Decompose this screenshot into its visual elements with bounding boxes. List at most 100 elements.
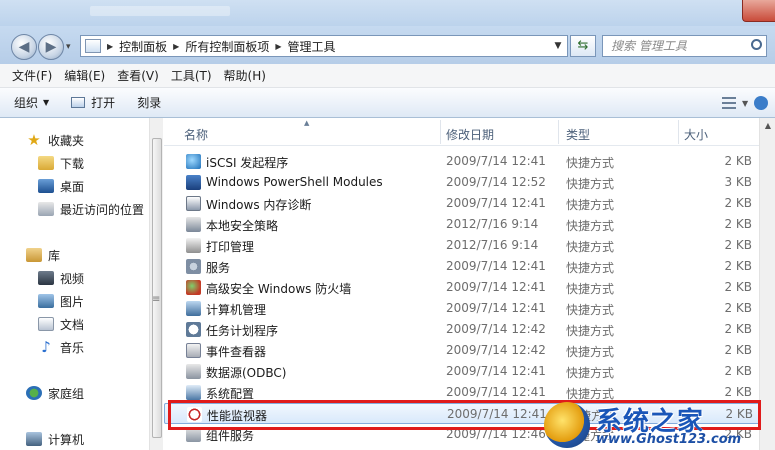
nav-homegroup[interactable]: 家庭组	[26, 383, 84, 403]
file-type: 快捷方式	[566, 303, 615, 317]
selection-highlight-box	[168, 400, 761, 430]
file-row[interactable]: 计算机管理 2009/7/14 12:41 快捷方式 2 KB	[164, 298, 775, 319]
file-name: Windows 内存诊断	[206, 198, 312, 212]
scroll-up-icon[interactable]: ▲	[760, 118, 775, 134]
nav-scrollbar-thumb[interactable]	[152, 138, 162, 438]
file-row[interactable]: 打印管理 2012/7/16 9:14 快捷方式 2 KB	[164, 235, 775, 256]
nav-favorites[interactable]: ★ 收藏夹	[26, 130, 84, 150]
organize-label: 组织	[14, 96, 39, 110]
nav-desktop[interactable]: 桌面	[38, 176, 84, 196]
nav-recent[interactable]: 最近访问的位置	[38, 199, 144, 219]
file-name: 数据源(ODBC)	[206, 366, 287, 380]
address-bar[interactable]: ▶ 控制面板 ▶ 所有控制面板项 ▶ 管理工具 ▼	[80, 35, 568, 57]
nav-pictures[interactable]: 图片	[38, 291, 84, 311]
file-size: 2 KB	[724, 154, 752, 168]
burn-button[interactable]: 刻录	[137, 94, 161, 111]
nav-scrollbar[interactable]: ≡	[149, 118, 163, 450]
file-row[interactable]: Windows 内存诊断 2009/7/14 12:41 快捷方式 2 KB	[164, 193, 775, 214]
search-input[interactable]: 搜索 管理工具	[602, 35, 767, 57]
column-size[interactable]: 大小	[684, 126, 708, 143]
chevron-down-icon: ▼	[43, 98, 50, 107]
menu-file[interactable]: 文件(F)	[6, 67, 58, 84]
organize-button[interactable]: 组织 ▼	[14, 94, 49, 111]
content-scrollbar[interactable]: ▲	[759, 118, 775, 450]
column-divider[interactable]	[440, 120, 441, 144]
address-dropdown-icon[interactable]: ▼	[549, 41, 567, 51]
file-size: 2 KB	[724, 196, 752, 210]
nav-downloads[interactable]: 下载	[38, 153, 84, 173]
open-button[interactable]: 打开	[71, 94, 115, 111]
file-type: 快捷方式	[566, 240, 615, 254]
downloads-folder-icon	[38, 156, 54, 170]
address-row: ◀ ▶ ▶ 控制面板 ▶ 所有控制面板项 ▶ 管理工具 ▼ ⇆ 搜索 管理工具	[0, 26, 775, 64]
menu-edit[interactable]: 编辑(E)	[58, 67, 111, 84]
column-divider[interactable]	[678, 120, 679, 144]
breadcrumb-separator-icon[interactable]: ▶	[171, 42, 181, 51]
refresh-icon: ⇆	[577, 38, 589, 53]
nav-documents[interactable]: 文档	[38, 314, 84, 334]
system-config-icon	[186, 385, 201, 400]
breadcrumb-control-panel[interactable]: 控制面板	[115, 38, 171, 55]
nav-videos[interactable]: 视频	[38, 268, 84, 288]
nav-libraries[interactable]: 库	[26, 245, 60, 265]
file-name: 任务计划程序	[206, 324, 279, 338]
event-viewer-icon	[186, 343, 201, 358]
column-name[interactable]: 名称	[184, 126, 208, 143]
file-size: 3 KB	[724, 175, 752, 189]
column-divider[interactable]	[558, 120, 559, 144]
nav-music[interactable]: ♪ 音乐	[38, 337, 84, 357]
scroll-grip-icon: ≡	[152, 294, 161, 305]
open-window-icon	[71, 97, 86, 108]
documents-icon	[38, 317, 54, 331]
file-row[interactable]: Windows PowerShell Modules 2009/7/14 12:5…	[164, 172, 775, 193]
close-window-button[interactable]	[742, 0, 775, 22]
view-dropdown-icon[interactable]: ▼	[742, 99, 748, 108]
view-mode-icon[interactable]	[722, 97, 736, 109]
file-type: 快捷方式	[566, 219, 615, 233]
file-row[interactable]: 服务 2009/7/14 12:41 快捷方式 2 KB	[164, 256, 775, 277]
file-row[interactable]: 任务计划程序 2009/7/14 12:42 快捷方式 2 KB	[164, 319, 775, 340]
column-type[interactable]: 类型	[566, 126, 590, 143]
menu-help[interactable]: 帮助(H)	[218, 67, 272, 84]
file-type: 快捷方式	[566, 324, 615, 338]
file-row[interactable]: 事件查看器 2009/7/14 12:42 快捷方式 2 KB	[164, 340, 775, 361]
navigation-pane: ★ 收藏夹 下载 桌面 最近访问的位置 库 视频 图片 文档 ♪ 音乐 家庭组 …	[0, 118, 163, 450]
file-date: 2009/7/14 12:41	[446, 154, 546, 168]
refresh-button[interactable]: ⇆	[570, 35, 596, 57]
nav-favorites-label: 收藏夹	[48, 133, 85, 148]
printer-icon	[186, 238, 201, 253]
column-date[interactable]: 修改日期	[446, 126, 494, 143]
powershell-icon	[186, 175, 201, 190]
menu-view[interactable]: 查看(V)	[111, 67, 165, 84]
file-size: 2 KB	[724, 217, 752, 231]
file-row[interactable]: 本地安全策略 2012/7/16 9:14 快捷方式 2 KB	[164, 214, 775, 235]
video-icon	[38, 271, 54, 285]
back-button[interactable]: ◀	[11, 34, 37, 60]
file-name: 服务	[206, 261, 231, 275]
breadcrumb-separator-icon[interactable]: ▶	[105, 42, 115, 51]
menu-tools[interactable]: 工具(T)	[165, 67, 218, 84]
breadcrumb-separator-icon[interactable]: ▶	[273, 42, 283, 51]
file-size: 2 KB	[724, 301, 752, 315]
file-size: 2 KB	[724, 364, 752, 378]
nav-computer[interactable]: 计算机	[26, 429, 84, 449]
nav-recent-label: 最近访问的位置	[60, 202, 145, 217]
file-row[interactable]: 高级安全 Windows 防火墙 2009/7/14 12:41 快捷方式 2 KB	[164, 277, 775, 298]
file-row[interactable]: 数据源(ODBC) 2009/7/14 12:41 快捷方式 2 KB	[164, 361, 775, 382]
file-type: 快捷方式	[566, 198, 615, 212]
file-type: 快捷方式	[566, 177, 615, 191]
file-type: 快捷方式	[566, 366, 615, 380]
command-bar: 组织 ▼ 打开 刻录 ▼	[0, 88, 775, 118]
recent-places-icon	[38, 202, 54, 216]
search-icon[interactable]	[751, 39, 762, 50]
file-name: 计算机管理	[206, 303, 267, 317]
breadcrumb-admin-tools[interactable]: 管理工具	[284, 38, 340, 55]
file-row[interactable]: iSCSI 发起程序 2009/7/14 12:41 快捷方式 2 KB	[164, 151, 775, 172]
iscsi-icon	[186, 154, 201, 169]
nav-documents-label: 文档	[60, 317, 85, 332]
star-icon: ★	[27, 131, 41, 149]
breadcrumb-all-items[interactable]: 所有控制面板项	[181, 38, 273, 55]
forward-button[interactable]: ▶	[38, 34, 71, 60]
file-date: 2009/7/14 12:42	[446, 322, 546, 336]
help-icon[interactable]	[754, 96, 769, 110]
